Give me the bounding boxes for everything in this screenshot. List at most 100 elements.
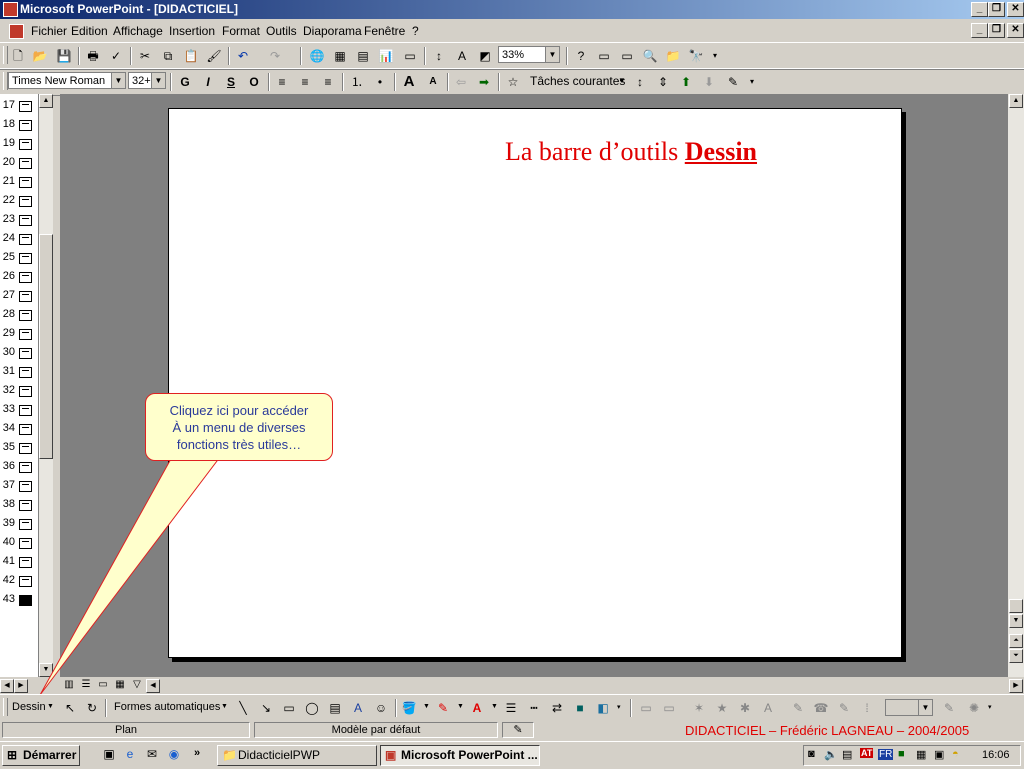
draw-menu-button[interactable]: Dessin [12,701,46,713]
start-button[interactable]: ⊞ Démarrer [2,745,80,766]
outline-slide-number[interactable]: 26 [1,270,15,282]
previous-slide-icon[interactable]: ⏶ [1009,634,1023,648]
doc-minimize-button[interactable]: _ [971,23,988,38]
next-slide-icon[interactable]: ⏷ [1009,649,1023,663]
clock[interactable]: 16:06 [982,749,1010,761]
antivirus-icon[interactable]: AT [860,748,874,758]
chevron-down-icon[interactable]: ▼ [151,73,165,88]
tray-icon[interactable]: ◙ [808,748,815,760]
slide[interactable]: La barre d’outils Dessin [168,108,902,658]
slide-icon[interactable] [19,329,32,340]
quicklaunch-more-icon[interactable]: » [194,747,200,759]
slide-icon[interactable] [19,367,32,378]
outline-view-icon[interactable]: ☰ [77,676,95,694]
outline-slide-number[interactable]: 20 [1,156,15,168]
slide-icon[interactable] [19,291,32,302]
slide-icon[interactable] [19,443,32,454]
align-left-icon[interactable]: ≡ [273,73,291,91]
outline-slide-number[interactable]: 42 [1,574,15,586]
slide-icon[interactable] [19,253,32,264]
scroll-right-icon[interactable]: ▶ [1009,679,1023,693]
slide-scrollbar[interactable]: ▲ ▼ ⏶ ⏷ [1008,94,1024,677]
new-icon[interactable]: 🗋 [9,47,27,65]
powerpoint-app-icon[interactable] [3,2,18,17]
chevron-down-icon[interactable]: ▼ [423,703,430,710]
toolbar-options-icon[interactable]: ▾ [988,703,992,711]
shadow-button[interactable]: O [245,73,263,91]
ie-icon[interactable]: e [121,745,139,763]
print-icon[interactable]: 🖶 [84,47,102,65]
find-icon[interactable]: 🔭 [687,47,705,65]
shadow-icon[interactable]: ■ [571,699,589,717]
scroll-left-icon[interactable]: ◀ [146,679,160,693]
redo-icon[interactable]: ↷ [266,47,284,65]
select-arrow-icon[interactable]: ↖ [61,699,79,717]
menu-edition[interactable]: Edition [71,24,108,38]
normal-view-icon[interactable]: ▥ [60,676,78,694]
insert-table-icon[interactable]: ▤ [354,47,372,65]
clipart-icon[interactable]: ☺ [372,699,390,717]
preview-icon[interactable]: 🔍 [641,47,659,65]
paragraph-spacing-icon[interactable]: ⇕ [654,73,672,91]
slide-icon[interactable] [19,139,32,150]
3d-icon[interactable]: ◧ [594,699,612,717]
chevron-down-icon[interactable]: ▼ [221,703,228,710]
scroll-thumb[interactable] [1009,599,1023,613]
outline-slide-number[interactable]: 37 [1,479,15,491]
chevron-down-icon[interactable]: ▼ [47,703,54,710]
slide-title[interactable]: La barre d’outils Dessin [505,137,757,167]
scroll-up-icon[interactable]: ▲ [39,94,53,108]
outline-slide-number[interactable]: 19 [1,137,15,149]
outline-slide-number[interactable]: 17 [1,99,15,111]
scroll-right-icon[interactable]: ▶ [14,679,28,693]
slide-icon[interactable] [19,310,32,321]
free-rotate-icon[interactable]: ↻ [83,699,101,717]
menu-insertion[interactable]: Insertion [169,24,215,38]
close-button[interactable]: ✕ [1007,2,1024,17]
arrow-icon[interactable]: ↘ [257,699,275,717]
outline-slide-number[interactable]: 29 [1,327,15,339]
slide-icon[interactable] [19,234,32,245]
outline-slide-number[interactable]: 40 [1,536,15,548]
doc-close-button[interactable]: ✕ [1007,23,1024,38]
zoom-select[interactable]: 33% ▼ [498,46,560,63]
chevron-down-icon[interactable]: ▼ [545,47,559,62]
hyperlink-icon[interactable]: 🌐 [308,47,326,65]
decrease-font-icon[interactable]: A [424,73,442,91]
menu-diaporama[interactable]: Diaporama [303,24,362,38]
save-icon[interactable]: 💾 [55,47,73,65]
font-size-select[interactable]: 32+ ▼ [128,72,166,89]
language-indicator[interactable]: FR [878,749,894,760]
format-painter-icon[interactable]: 🖌 [205,47,223,65]
media-icon[interactable]: ◉ [165,745,183,763]
chevron-down-icon[interactable]: ▼ [491,703,498,710]
wordart-icon[interactable]: A [349,699,367,717]
menu-outils[interactable]: Outils [266,24,297,38]
outlook-icon[interactable]: ✉ [143,745,161,763]
slide-icon[interactable] [19,158,32,169]
move-down-icon[interactable]: ⬇ [700,73,718,91]
menu-fichier[interactable]: Fichier [31,24,67,38]
scroll-up-icon[interactable]: ▲ [1009,94,1023,108]
volume-icon[interactable]: 🔈 [824,748,838,761]
line-style-icon[interactable]: ☰ [502,699,520,717]
animation-star-icon[interactable]: ☆ [504,73,522,91]
network-icon[interactable]: ▤ [842,748,852,761]
copy-icon[interactable]: ⧉ [159,47,177,65]
outline-slide-number[interactable]: 24 [1,232,15,244]
menu-help[interactable]: ? [412,24,419,38]
slide-icon[interactable] [19,215,32,226]
oval-icon[interactable]: ◯ [303,699,321,717]
tool-icon[interactable]: ▭ [595,47,613,65]
align-center-icon[interactable]: ≡ [296,73,314,91]
chevron-down-icon[interactable]: ▼ [618,76,626,85]
arrow-style-icon[interactable]: ⇄ [548,699,566,717]
numbering-icon[interactable]: ⒈ [348,73,366,91]
tool-icon[interactable]: ▭ [618,47,636,65]
open-folder-icon[interactable]: 📁 [664,47,682,65]
outline-slide-number[interactable]: 33 [1,403,15,415]
outline-slide-number[interactable]: 31 [1,365,15,377]
chevron-down-icon[interactable]: ▼ [457,703,464,710]
outline-slide-number[interactable]: 30 [1,346,15,358]
new-slide-icon[interactable]: ▭ [401,47,419,65]
